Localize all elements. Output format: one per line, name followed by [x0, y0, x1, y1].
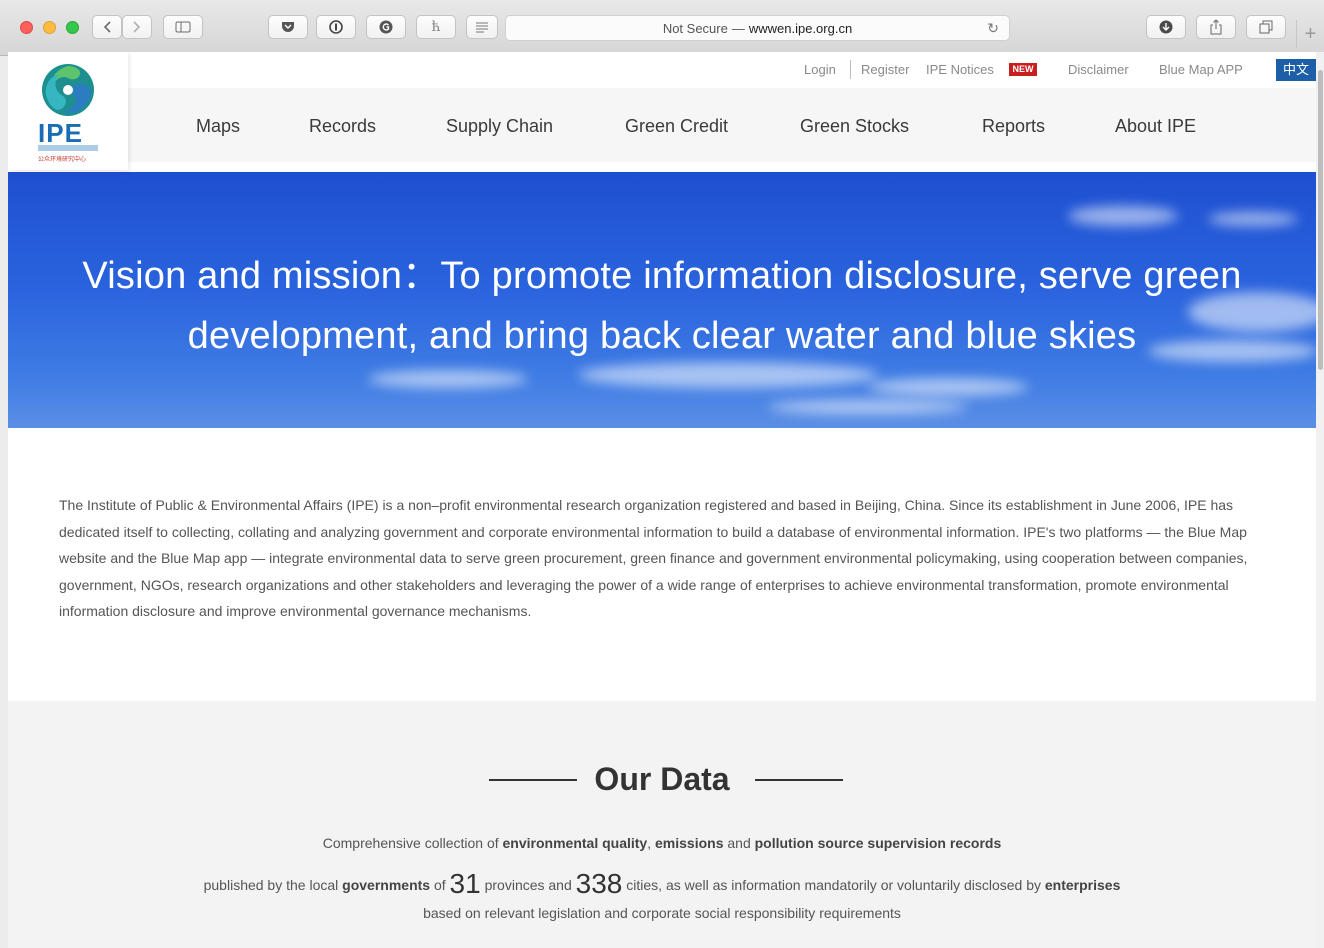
- nav-green-stocks[interactable]: Green Stocks: [800, 116, 909, 137]
- emphasis-supervision-records: pollution source supervision records: [754, 835, 1002, 851]
- extension-button[interactable]: ћ: [416, 15, 456, 39]
- ipe-emblem-icon: [42, 64, 94, 116]
- nav-records[interactable]: Records: [309, 116, 376, 137]
- pocket-icon: [282, 22, 294, 32]
- grammarly-button[interactable]: [366, 15, 406, 39]
- nav-maps[interactable]: Maps: [196, 116, 240, 137]
- ipe-logo[interactable]: IPE 公众环境研究中心: [8, 52, 128, 170]
- web-page: IPE 公众环境研究中心 Login Register IPE Notices …: [8, 52, 1316, 948]
- browser-toolbar: ћ Not Secure — wwwen.ipe.org.cn ↻ +: [0, 0, 1324, 56]
- cloud-decoration: [1208, 212, 1298, 226]
- new-tab-button[interactable]: +: [1296, 20, 1324, 48]
- title-rule-right: [755, 779, 843, 781]
- hero-line-1: Vision and mission：To promote informatio…: [82, 255, 1242, 297]
- back-button[interactable]: [92, 15, 122, 39]
- cloud-decoration: [868, 378, 1028, 396]
- about-section: The Institute of Public & Environmental …: [8, 440, 1316, 700]
- emphasis-governments: governments: [342, 877, 431, 893]
- grammarly-icon: [379, 20, 393, 34]
- share-icon: [1210, 19, 1222, 35]
- ipe-notices-link[interactable]: IPE Notices: [926, 62, 994, 77]
- text-span: cities, as well as information mandatori…: [622, 877, 1045, 893]
- security-status: Not Secure: [662, 20, 728, 36]
- sidebar-icon: [175, 21, 191, 33]
- cloud-decoration: [768, 400, 968, 414]
- data-line-2: published by the local governments of 31…: [8, 865, 1316, 899]
- emphasis-emissions: emissions: [655, 835, 724, 851]
- hero-heading: Vision and mission：To promote informatio…: [8, 246, 1316, 366]
- address-separator: —: [731, 20, 745, 36]
- hero-banner: Vision and mission：To promote informatio…: [8, 172, 1316, 428]
- downloads-button[interactable]: [1146, 15, 1186, 39]
- forward-button[interactable]: [122, 15, 152, 39]
- chevron-right-icon: [133, 21, 141, 33]
- province-count: 31: [449, 868, 481, 899]
- logo-subtitle: 公众环境研究中心: [38, 157, 87, 163]
- language-switch-button[interactable]: 中文: [1276, 59, 1316, 81]
- nav-about-ipe[interactable]: About IPE: [1115, 116, 1196, 137]
- address-host: wwwen.ipe.org.cn: [748, 20, 853, 36]
- cloud-decoration: [1068, 206, 1178, 226]
- download-icon: [1159, 20, 1173, 34]
- our-data-section: Our Data Comprehensive collection of env…: [8, 701, 1316, 948]
- text-span: ,: [647, 835, 655, 851]
- city-count: 338: [575, 868, 623, 899]
- utility-bar: Login Register IPE Notices NEW Disclaime…: [8, 52, 1316, 88]
- minimize-window-button[interactable]: [43, 21, 56, 34]
- disclaimer-link[interactable]: Disclaimer: [1068, 62, 1129, 77]
- reload-icon[interactable]: ↻: [987, 20, 999, 37]
- text-span: of: [430, 877, 450, 893]
- hyphenation-icon: ћ: [431, 19, 441, 35]
- page-scrollbar-thumb[interactable]: [1318, 70, 1323, 370]
- data-line-3: based on relevant legislation and corpor…: [423, 905, 901, 921]
- blue-map-app-link[interactable]: Blue Map APP: [1159, 62, 1243, 77]
- emphasis-enterprises: enterprises: [1044, 877, 1121, 893]
- main-nav: Maps Records Supply Chain Green Credit G…: [8, 88, 1316, 162]
- emphasis-environmental-quality: environmental quality: [502, 835, 648, 851]
- login-link[interactable]: Login: [804, 62, 836, 77]
- sidebar-toggle-button[interactable]: [163, 15, 203, 39]
- reader-icon: [476, 22, 488, 33]
- address-bar[interactable]: Not Secure — wwwen.ipe.org.cn ↻: [505, 15, 1010, 41]
- register-link[interactable]: Register: [861, 62, 909, 77]
- nav-green-credit[interactable]: Green Credit: [625, 116, 728, 137]
- new-badge: NEW: [1009, 63, 1037, 76]
- chevron-left-icon: [103, 21, 111, 33]
- text-span: and: [723, 835, 755, 851]
- tabs-icon: [1259, 20, 1273, 34]
- logo-underline: [38, 145, 98, 151]
- onepassword-icon: [329, 20, 343, 34]
- nav-reports[interactable]: Reports: [982, 116, 1045, 137]
- cloud-decoration: [368, 370, 528, 388]
- about-text: The Institute of Public & Environmental …: [59, 497, 1248, 619]
- text-span: Comprehensive collection of: [322, 835, 503, 851]
- share-button[interactable]: [1196, 15, 1236, 39]
- our-data-title: Our Data: [594, 761, 730, 797]
- hero-line-2: development, and bring back clear water …: [187, 315, 1137, 357]
- utility-divider: [850, 60, 851, 79]
- password-manager-button[interactable]: [316, 15, 356, 39]
- close-window-button[interactable]: [20, 21, 33, 34]
- pocket-button[interactable]: [268, 15, 308, 39]
- text-span: provinces and: [480, 877, 576, 893]
- data-line-1: Comprehensive collection of environmenta…: [8, 835, 1316, 851]
- reader-view-button[interactable]: [466, 15, 498, 39]
- text-span: published by the local: [203, 877, 343, 893]
- tab-overview-button[interactable]: [1246, 15, 1286, 39]
- nav-supply-chain[interactable]: Supply Chain: [446, 116, 553, 137]
- zoom-window-button[interactable]: [66, 21, 79, 34]
